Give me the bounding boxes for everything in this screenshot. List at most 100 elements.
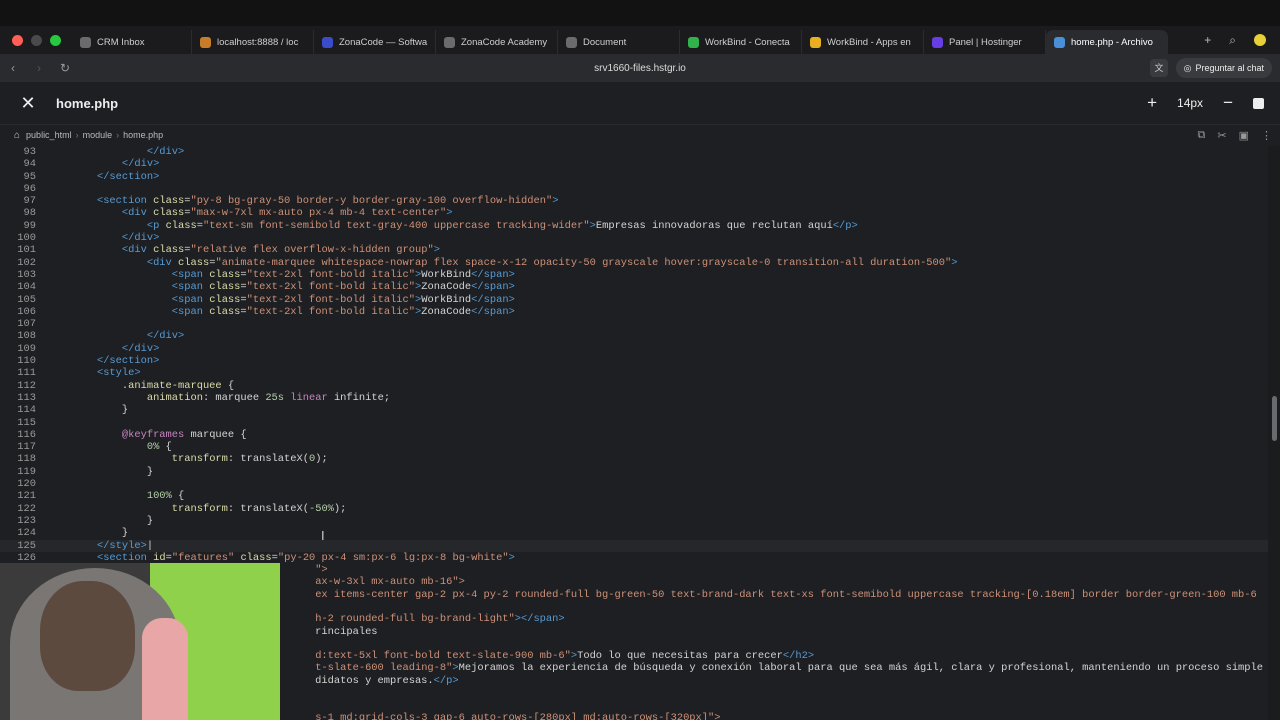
chat-icon: ◎ — [1183, 62, 1192, 73]
code-text: 100% { — [146, 490, 185, 503]
code-line[interactable]: 107 — [0, 318, 1268, 330]
paste-icon[interactable]: ▣ — [1239, 129, 1249, 142]
search-tabs-icon[interactable]: ⌕ — [1229, 33, 1236, 48]
browser-tab[interactable]: localhost:8888 / loc — [192, 30, 314, 54]
breadcrumb-item[interactable]: module — [83, 130, 113, 140]
new-tab-icon[interactable]: + — [1204, 33, 1211, 47]
scrollbar-thumb[interactable] — [1272, 396, 1277, 441]
code-line[interactable]: 124 } — [0, 527, 1268, 539]
code-line[interactable]: 125 </style>| — [0, 539, 1268, 552]
copy-icon[interactable]: ⧉ — [1198, 129, 1206, 142]
editor-scrollbar[interactable] — [1268, 146, 1280, 720]
line-number: 95 — [23, 170, 36, 183]
code-line[interactable]: 93 </div> — [0, 146, 1268, 158]
code-line[interactable]: 102 <div class="animate-marquee whitespa… — [0, 257, 1268, 269]
breadcrumb-separator: › — [75, 130, 79, 140]
breadcrumb-item[interactable]: public_html — [26, 130, 72, 140]
code-line[interactable]: 109 </div> — [0, 343, 1268, 355]
window-controls — [0, 34, 72, 46]
code-line[interactable]: 120 — [0, 478, 1268, 490]
code-text: </div> — [121, 342, 160, 355]
browser-tab[interactable]: home.php - Archivo — [1046, 30, 1168, 54]
code-line[interactable]: 96 — [0, 183, 1268, 195]
code-line[interactable]: 105 <span class="text-2xl font-bold ital… — [0, 294, 1268, 306]
code-line[interactable]: 110 </section> — [0, 355, 1268, 367]
line-number: 112 — [17, 379, 36, 392]
close-window-button[interactable] — [12, 34, 23, 46]
browser-tab[interactable]: ZonaCode — Softwa — [314, 30, 436, 54]
code-text: </section> — [96, 355, 160, 368]
increase-font-icon[interactable]: + — [1147, 93, 1157, 113]
code-text: </section> — [96, 170, 160, 183]
translate-icon[interactable]: 文 — [1150, 59, 1168, 77]
line-number: 120 — [17, 478, 36, 491]
code-text: <div class="max-w-7xl mx-auto px-4 mb-4 … — [121, 207, 453, 220]
code-line[interactable]: 115 — [0, 417, 1268, 429]
more-icon[interactable]: ⋮ — [1261, 129, 1272, 142]
breadcrumb-item[interactable]: home.php — [123, 130, 163, 140]
tab-favicon-icon — [810, 36, 821, 48]
code-line[interactable]: 100 </div> — [0, 232, 1268, 244]
webcam-microphone — [142, 618, 188, 720]
code-text: <span class="text-2xl font-bold italic">… — [171, 281, 515, 294]
code-line[interactable]: 97 <section class="py-8 bg-gray-50 borde… — [0, 195, 1268, 207]
browser-tab[interactable]: WorkBind - Apps en — [802, 30, 924, 54]
home-icon[interactable]: ⌂ — [14, 130, 20, 141]
line-number: 101 — [17, 244, 36, 257]
browser-tab[interactable]: Panel | Hostinger — [924, 30, 1046, 54]
code-text: @keyframes marquee { — [121, 428, 247, 441]
code-line[interactable]: 114 } — [0, 404, 1268, 416]
line-number: 102 — [17, 256, 36, 269]
tab-favicon-icon — [1054, 36, 1065, 48]
code-line[interactable]: 113 animation: marquee 25s linear infini… — [0, 392, 1268, 404]
code-line[interactable]: 103 <span class="text-2xl font-bold ital… — [0, 269, 1268, 281]
code-line[interactable]: 122 transform: translateX(-50%); — [0, 503, 1268, 515]
code-line[interactable]: 108 </div> — [0, 330, 1268, 342]
decrease-font-icon[interactable]: − — [1223, 93, 1233, 113]
tab-favicon-icon — [444, 36, 455, 48]
code-line[interactable]: 119 } — [0, 466, 1268, 478]
browser-tab[interactable]: CRM Inbox — [72, 30, 192, 54]
code-line[interactable]: 98 <div class="max-w-7xl mx-auto px-4 mb… — [0, 207, 1268, 219]
cut-icon[interactable]: ✂ — [1217, 129, 1226, 142]
code-text: <span class="text-2xl font-bold italic">… — [171, 268, 515, 281]
browser-tab[interactable]: ZonaCode Academy — [436, 30, 558, 54]
code-line[interactable]: 112 .animate-marquee { — [0, 380, 1268, 392]
code-text: animation: marquee 25s linear infinite; — [146, 391, 391, 404]
code-line[interactable]: 117 0% { — [0, 441, 1268, 453]
ask-chat-button[interactable]: ◎ Preguntar al chat — [1175, 58, 1272, 78]
code-line[interactable]: 121 100% { — [0, 490, 1268, 502]
code-text: <section class="py-8 bg-gray-50 border-y… — [96, 195, 559, 208]
code-line[interactable]: 99 <p class="text-sm font-semibold text-… — [0, 220, 1268, 232]
line-number: 104 — [17, 281, 36, 294]
line-number: 117 — [17, 441, 36, 454]
code-line[interactable]: 94 </div> — [0, 158, 1268, 170]
tab-label: Panel | Hostinger — [949, 36, 1022, 48]
tab-label: WorkBind - Conecta — [705, 36, 790, 48]
browser-tab[interactable]: Document — [558, 30, 680, 54]
tab-favicon-icon — [322, 36, 333, 48]
code-line[interactable]: 101 <div class="relative flex overflow-x… — [0, 244, 1268, 256]
url-field[interactable]: srv1660-files.hstgr.io — [0, 63, 1280, 74]
code-line[interactable]: 95 </section> — [0, 171, 1268, 183]
browser-tab-bar: CRM Inbox localhost:8888 / loc ZonaCode — … — [0, 26, 1280, 54]
line-number: 99 — [23, 219, 36, 232]
line-number: 109 — [17, 342, 36, 355]
browser-tab[interactable]: WorkBind - Conecta — [680, 30, 802, 54]
line-number: 123 — [17, 514, 36, 527]
tab-label: ZonaCode Academy — [461, 36, 548, 48]
code-line[interactable]: 116 @keyframes marquee { — [0, 429, 1268, 441]
maximize-window-button[interactable] — [50, 34, 61, 46]
save-icon[interactable] — [1253, 97, 1264, 109]
code-line[interactable]: 118 transform: translateX(0); — [0, 453, 1268, 465]
line-number: 118 — [17, 453, 36, 466]
line-number: 114 — [17, 404, 36, 417]
close-icon[interactable]: ✕ — [0, 93, 56, 114]
ask-chat-label: Preguntar al chat — [1195, 63, 1264, 73]
code-line[interactable]: 111 <style> — [0, 367, 1268, 379]
profile-icon[interactable] — [1254, 34, 1266, 46]
code-line[interactable]: 106 <span class="text-2xl font-bold ital… — [0, 306, 1268, 318]
code-line[interactable]: 123 } — [0, 515, 1268, 527]
minimize-window-button[interactable] — [31, 34, 42, 46]
code-line[interactable]: 104 <span class="text-2xl font-bold ital… — [0, 281, 1268, 293]
